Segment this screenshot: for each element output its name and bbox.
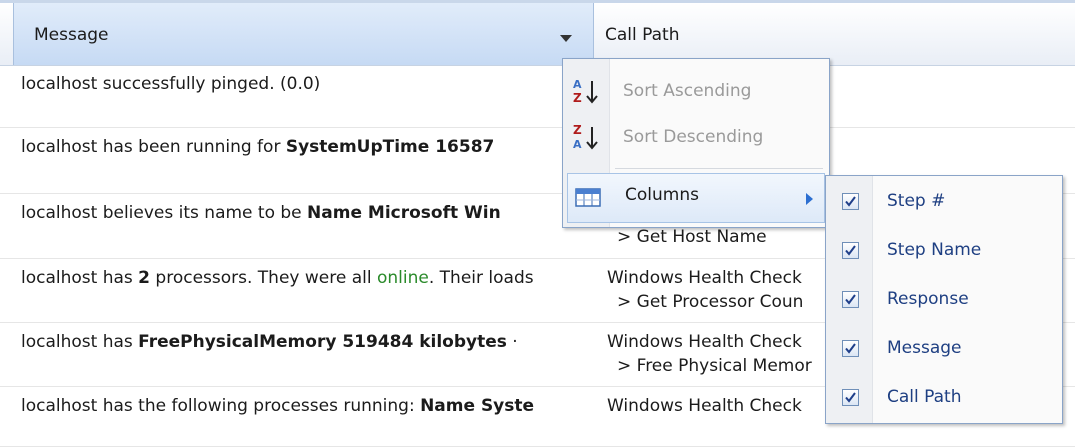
check-icon [845, 392, 856, 403]
message-text: FreePhysicalMemory 519484 kilobytes [138, 332, 507, 352]
column-context-menu: A Z Sort Ascending Z A Sort Descending C… [562, 58, 830, 228]
sort-ascending-label: Sort Ascending [623, 81, 752, 101]
message-text: Name Microsoft Win [307, 203, 501, 223]
submenu-item-column[interactable]: Step Name [826, 227, 1062, 276]
message-cell: localhost believes its name to be Name M… [21, 203, 593, 223]
call-path-cell: Windows Health Check [607, 268, 802, 288]
message-text: · [506, 332, 518, 352]
submenu-item-column[interactable]: Call Path [826, 374, 1062, 423]
check-icon [845, 343, 856, 354]
checkbox[interactable] [842, 242, 859, 259]
submenu-item-column[interactable]: Message [826, 325, 1062, 374]
message-cell: localhost has been running for SystemUpT… [21, 137, 593, 157]
dropdown-arrow-icon[interactable] [560, 35, 572, 42]
svg-text:A: A [573, 138, 582, 151]
menu-item-columns[interactable]: Columns [567, 173, 825, 223]
status-online-text: online [377, 268, 429, 288]
message-text: localhost has been running for [21, 137, 286, 157]
submenu-item-label: Call Path [887, 387, 962, 407]
column-header-message[interactable]: Message [13, 3, 594, 65]
submenu-item-label: Step Name [887, 240, 982, 260]
svg-text:Z: Z [573, 91, 582, 105]
call-path-step: > Get Processor Coun [617, 292, 804, 312]
check-icon [845, 245, 856, 256]
checkbox[interactable] [842, 340, 859, 357]
message-text: SystemUpTime 16587 [285, 137, 495, 157]
message-cell: localhost successfully pinged. (0.0) [21, 74, 593, 94]
menu-item-sort-ascending[interactable]: A Z Sort Ascending [563, 67, 829, 111]
submenu-item-label: Message [887, 338, 962, 358]
column-header-message-label: Message [34, 25, 109, 45]
sort-descending-label: Sort Descending [623, 127, 764, 147]
message-cell: localhost has FreePhysicalMemory 519484 … [21, 332, 593, 352]
submenu-item-label: Step # [887, 191, 946, 211]
submenu-item-column[interactable]: Response [826, 276, 1062, 325]
check-icon [845, 294, 856, 305]
columns-label: Columns [625, 185, 699, 205]
call-path-step: > Free Physical Memor [617, 356, 812, 376]
message-text: processors. They were all [150, 268, 377, 288]
svg-text:Z: Z [573, 123, 582, 137]
grid-header: Message Call Path [0, 3, 1075, 66]
checkbox[interactable] [842, 193, 859, 210]
message-text: localhost has the following processes ru… [21, 396, 421, 416]
columns-icon [574, 186, 604, 215]
message-text: localhost has [21, 332, 139, 352]
check-icon [845, 196, 856, 207]
message-text: localhost has [21, 268, 139, 288]
table-row[interactable]: localhost successfully pinged. (0.0) [0, 64, 1075, 128]
svg-text:A: A [573, 78, 582, 91]
message-cell: localhost has 2 processors. They were al… [21, 268, 593, 288]
call-path-step: > Get Host Name [617, 227, 767, 247]
menu-item-sort-descending[interactable]: Z A Sort Descending [563, 113, 829, 157]
message-cell: localhost has the following processes ru… [21, 396, 593, 416]
column-header-call-path[interactable]: Call Path [605, 25, 679, 45]
call-path-cell: Windows Health Check [607, 396, 802, 416]
checkbox[interactable] [842, 389, 859, 406]
submenu-arrow-icon [806, 193, 813, 205]
message-text: . Their loads [428, 268, 534, 288]
columns-submenu: Step # Step Name Response Message Call Path [825, 175, 1063, 424]
menu-separator [615, 168, 823, 169]
message-text: localhost believes its name to be [21, 203, 308, 223]
sort-za-icon: Z A [571, 123, 603, 151]
checkbox[interactable] [842, 291, 859, 308]
message-text: 2 [138, 268, 151, 288]
message-text: Name Syste [420, 396, 535, 416]
submenu-item-label: Response [887, 289, 969, 309]
message-text: localhost successfully pinged. (0.0) [21, 74, 321, 94]
sort-az-icon: A Z [571, 77, 603, 105]
call-path-cell: Windows Health Check [607, 332, 802, 352]
submenu-item-column[interactable]: Step # [826, 178, 1062, 227]
